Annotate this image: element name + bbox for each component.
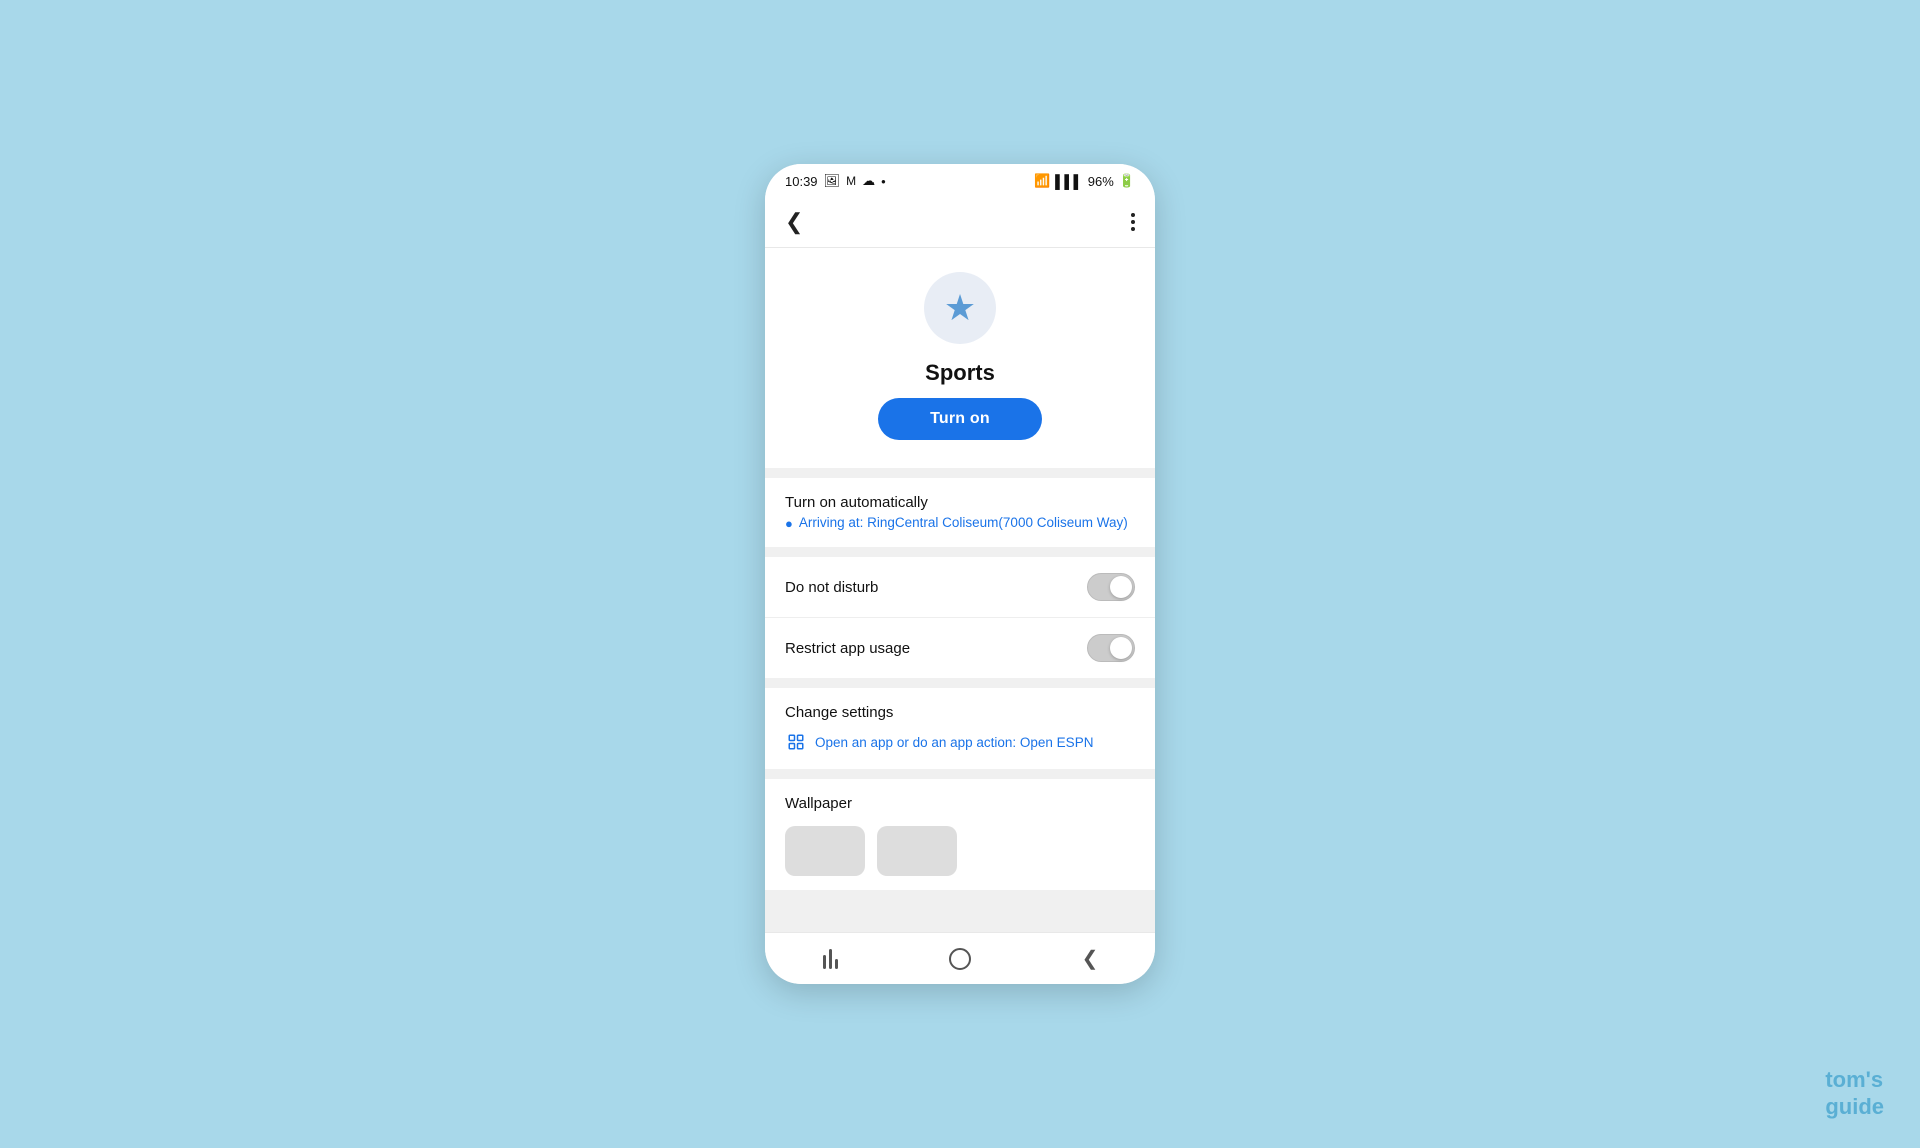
back-button[interactable]: ❮ xyxy=(781,205,807,239)
home-button[interactable] xyxy=(935,941,985,977)
app-action-icon xyxy=(785,731,807,753)
app-icon-circle: ★ xyxy=(924,272,996,344)
do-not-disturb-toggle[interactable] xyxy=(1087,573,1135,601)
watermark: tom's guide xyxy=(1825,1067,1884,1120)
restrict-app-row: Restrict app usage xyxy=(765,618,1155,678)
watermark-line2: guide xyxy=(1825,1094,1884,1120)
restrict-app-label: Restrict app usage xyxy=(785,640,910,657)
wallpaper-title: Wallpaper xyxy=(785,795,1135,812)
recents-button[interactable] xyxy=(805,941,855,977)
signal-icon: ▌▌▌ xyxy=(1055,174,1083,189)
home-icon xyxy=(949,948,971,970)
wifi-icon: 📶 xyxy=(1034,173,1050,189)
wallpaper-options xyxy=(785,826,1135,876)
location-text: Arriving at: RingCentral Coliseum(7000 C… xyxy=(799,515,1128,530)
turn-on-button[interactable]: Turn on xyxy=(878,398,1042,440)
photo-icon: 🖼 xyxy=(824,173,841,189)
auto-on-label: Turn on automatically xyxy=(785,494,1135,511)
battery-icon: 🔋 xyxy=(1119,173,1135,189)
top-nav: ❮ xyxy=(765,196,1155,248)
do-not-disturb-row: Do not disturb xyxy=(765,557,1155,618)
star-icon: ★ xyxy=(944,287,976,329)
settings-action-row[interactable]: Open an app or do an app action: Open ES… xyxy=(785,731,1135,753)
auto-on-row: Turn on automatically ● Arriving at: Rin… xyxy=(765,478,1155,547)
mail-icon: M xyxy=(846,174,856,188)
more-dot-3 xyxy=(1131,227,1135,231)
app-title: Sports xyxy=(925,360,995,386)
grid-icon xyxy=(787,733,805,751)
more-button[interactable] xyxy=(1127,209,1139,235)
recents-icon xyxy=(823,949,838,969)
back-nav-icon: ❮ xyxy=(1082,946,1099,971)
time-label: 10:39 xyxy=(785,174,818,189)
status-bar: 10:39 🖼 M ☁ • 📶 ▌▌▌ 96% 🔋 xyxy=(765,164,1155,196)
do-not-disturb-label: Do not disturb xyxy=(785,579,878,596)
watermark-line1: tom's xyxy=(1825,1067,1884,1093)
more-dot-2 xyxy=(1131,220,1135,224)
change-settings-section: Change settings Open an app or do an app… xyxy=(765,688,1155,769)
bottom-nav: ❮ xyxy=(765,932,1155,984)
phone-frame: 10:39 🖼 M ☁ • 📶 ▌▌▌ 96% 🔋 ❮ ★ Sports xyxy=(765,164,1155,984)
status-right: 📶 ▌▌▌ 96% 🔋 xyxy=(1034,173,1135,189)
more-dot-1 xyxy=(1131,213,1135,217)
toggle-card: Do not disturb Restrict app usage xyxy=(765,557,1155,678)
action-text: Open an app or do an app action: Open ES… xyxy=(815,735,1093,750)
change-settings-title: Change settings xyxy=(785,704,1135,721)
location-row[interactable]: ● Arriving at: RingCentral Coliseum(7000… xyxy=(785,515,1135,531)
battery-label: 96% xyxy=(1088,174,1114,189)
status-left: 10:39 🖼 M ☁ • xyxy=(785,173,886,189)
cloud-icon: ☁ xyxy=(862,173,875,189)
back-nav-button[interactable]: ❮ xyxy=(1065,941,1115,977)
wallpaper-option-2[interactable] xyxy=(877,826,957,876)
content-scroll: ★ Sports Turn on Turn on automatically ●… xyxy=(765,248,1155,932)
wallpaper-section: Wallpaper xyxy=(765,779,1155,890)
dot-icon: • xyxy=(881,174,886,189)
restrict-app-toggle[interactable] xyxy=(1087,634,1135,662)
auto-on-section: Turn on automatically ● Arriving at: Rin… xyxy=(765,478,1155,547)
location-icon: ● xyxy=(785,516,793,531)
wallpaper-option-1[interactable] xyxy=(785,826,865,876)
hero-section: ★ Sports Turn on xyxy=(765,248,1155,468)
